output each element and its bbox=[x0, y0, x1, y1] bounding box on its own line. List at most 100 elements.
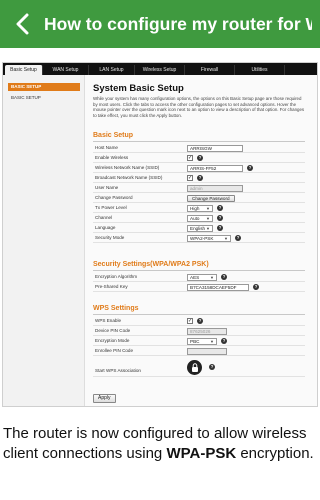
wps-association-button[interactable] bbox=[187, 360, 202, 375]
chevron-down-icon: ▼ bbox=[206, 225, 210, 231]
encryption-row: Encryption Algorithm AES ▼? bbox=[93, 272, 305, 282]
encryption-mode-select[interactable]: PBC ▼ bbox=[187, 337, 217, 345]
host-name-input[interactable]: ARRISGW bbox=[187, 144, 243, 152]
tab-basic-setup[interactable]: Basic Setup bbox=[5, 65, 43, 75]
apply-button[interactable]: Apply bbox=[93, 394, 116, 403]
security-mode-label: Security Mode bbox=[95, 235, 125, 240]
tab-firewall[interactable]: Firewall bbox=[185, 65, 235, 75]
help-icon[interactable]: ? bbox=[221, 338, 227, 344]
tab-lan-setup[interactable]: LAN Setup bbox=[89, 65, 135, 75]
change-password-label: Change Password bbox=[95, 195, 133, 200]
app-header: How to configure my router for WPA-PSK e… bbox=[0, 0, 320, 48]
channel-label: Channel bbox=[95, 215, 113, 220]
back-button[interactable] bbox=[0, 0, 44, 48]
chevron-down-icon: ▼ bbox=[206, 205, 210, 211]
tx-power-select[interactable]: High ▼ bbox=[187, 204, 213, 212]
section-divider bbox=[93, 314, 305, 315]
enrollee-pin-label: Enrollee PIN Code bbox=[95, 348, 134, 353]
caption-text-end: encryption. bbox=[236, 444, 314, 462]
chevron-down-icon: ▼ bbox=[210, 338, 214, 344]
help-icon[interactable]: ? bbox=[217, 205, 223, 211]
broadcast-ssid-checkbox[interactable]: ✓ bbox=[187, 175, 193, 181]
chevron-down-icon: ▼ bbox=[210, 274, 214, 280]
help-icon[interactable]: ? bbox=[247, 165, 253, 171]
host-name-label: Host Name bbox=[95, 145, 118, 150]
encryption-mode-value: PBC bbox=[190, 338, 200, 344]
tab-wan-setup[interactable]: WAN Setup bbox=[43, 65, 89, 75]
help-icon[interactable]: ? bbox=[217, 225, 223, 231]
channel-value: Auto bbox=[190, 215, 200, 221]
chevron-down-icon: ▼ bbox=[206, 215, 210, 221]
chevron-down-icon: ▼ bbox=[224, 235, 228, 241]
enable-wireless-row: Enable Wireless ✓? bbox=[93, 153, 305, 163]
channel-select[interactable]: Auto ▼ bbox=[187, 214, 213, 222]
router-screenshot: Basic Setup WAN Setup LAN Setup Wireless… bbox=[2, 62, 318, 407]
caption-emphasis: WPA-PSK bbox=[166, 444, 237, 462]
help-icon[interactable]: ? bbox=[197, 155, 203, 161]
device-pin-input[interactable]: 87625026 bbox=[187, 327, 227, 335]
device-pin-row: Device PIN Code 87625026 bbox=[93, 326, 305, 336]
encryption-select[interactable]: AES ▼ bbox=[187, 273, 217, 281]
start-wps-label: Start WPS Association bbox=[95, 368, 141, 373]
security-mode-select[interactable]: WPA2-PSK ▼ bbox=[187, 234, 231, 242]
tx-power-value: High bbox=[190, 205, 200, 211]
step-caption: The router is now configured to allow wi… bbox=[3, 424, 319, 463]
enrollee-pin-row: Enrollee PIN Code bbox=[93, 346, 305, 356]
encryption-mode-row: Encryption Mode PBC ▼? bbox=[93, 336, 305, 346]
psk-label: Pre-Shared Key bbox=[95, 284, 128, 289]
help-icon[interactable]: ? bbox=[221, 274, 227, 280]
help-icon[interactable]: ? bbox=[253, 284, 259, 290]
router-page-title: System Basic Setup bbox=[93, 83, 184, 94]
ssid-row: Wireless Network Name (SSID) ARRIS-FF52? bbox=[93, 163, 305, 173]
enrollee-pin-input[interactable] bbox=[187, 347, 227, 355]
router-main-panel: System Basic Setup While your system has… bbox=[89, 75, 317, 406]
lock-icon bbox=[191, 363, 198, 372]
host-name-row: Host Name ARRISGW bbox=[93, 143, 305, 153]
device-pin-label: Device PIN Code bbox=[95, 328, 131, 333]
start-wps-row: Start WPS Association ? bbox=[93, 358, 305, 377]
help-icon[interactable]: ? bbox=[209, 364, 215, 370]
user-name-row: User Name admin bbox=[93, 183, 305, 193]
tab-utilities[interactable]: Utilities bbox=[235, 65, 285, 75]
sidebar-item-basic-setup[interactable]: BASIC SETUP bbox=[8, 94, 80, 102]
language-row: Language English ▼? bbox=[93, 223, 305, 233]
ssid-input[interactable]: ARRIS-FF52 bbox=[187, 164, 243, 172]
psk-input[interactable]: B7CA3158DCAEF5DF bbox=[187, 283, 249, 291]
language-value: English bbox=[190, 225, 206, 231]
encryption-value: AES bbox=[190, 274, 200, 280]
page-title: How to configure my router for WPA-PSK e… bbox=[44, 13, 312, 34]
tab-wireless-setup[interactable]: Wireless Setup bbox=[135, 65, 185, 75]
help-icon[interactable]: ? bbox=[197, 175, 203, 181]
security-mode-row: Security Mode WPA2-PSK ▼? bbox=[93, 233, 305, 243]
enable-wireless-label: Enable Wireless bbox=[95, 155, 129, 160]
language-label: Language bbox=[95, 225, 116, 230]
enable-wireless-checkbox[interactable]: ✓ bbox=[187, 155, 193, 161]
router-sidebar: BASIC SETUP BASIC SETUP bbox=[3, 75, 85, 406]
security-settings-heading: Security Settings(WPA/WPA2 PSK) bbox=[93, 261, 209, 268]
section-divider bbox=[93, 270, 305, 271]
wps-enable-label: WPS Enable bbox=[95, 318, 122, 323]
router-nav-bar: Basic Setup WAN Setup LAN Setup Wireless… bbox=[3, 63, 317, 75]
language-select[interactable]: English ▼ bbox=[187, 224, 213, 232]
psk-row: Pre-Shared Key B7CA3158DCAEF5DF? bbox=[93, 282, 305, 292]
router-page-description: While your system has many configuration… bbox=[93, 96, 305, 118]
encryption-mode-label: Encryption Mode bbox=[95, 338, 130, 343]
sidebar-item-basic-setup-active[interactable]: BASIC SETUP bbox=[8, 83, 80, 91]
channel-row: Channel Auto ▼? bbox=[93, 213, 305, 223]
help-icon[interactable]: ? bbox=[217, 215, 223, 221]
wps-enable-checkbox[interactable]: ✓ bbox=[187, 318, 193, 324]
change-password-button[interactable]: Change Password bbox=[187, 194, 235, 202]
broadcast-ssid-label: Broadcast Network Name (SSID) bbox=[95, 175, 163, 180]
wps-settings-heading: WPS Settings bbox=[93, 305, 139, 312]
tx-power-row: Tx Power Level High ▼? bbox=[93, 203, 305, 213]
user-name-label: User Name bbox=[95, 185, 119, 190]
back-arrow-icon bbox=[16, 13, 29, 35]
change-password-row: Change Password Change Password bbox=[93, 193, 305, 203]
basic-setup-heading: Basic Setup bbox=[93, 132, 134, 139]
user-name-input[interactable]: admin bbox=[187, 184, 243, 192]
security-mode-value: WPA2-PSK bbox=[190, 235, 214, 241]
help-icon[interactable]: ? bbox=[235, 235, 241, 241]
tx-power-label: Tx Power Level bbox=[95, 205, 127, 210]
help-icon[interactable]: ? bbox=[197, 318, 203, 324]
section-divider bbox=[93, 141, 305, 142]
